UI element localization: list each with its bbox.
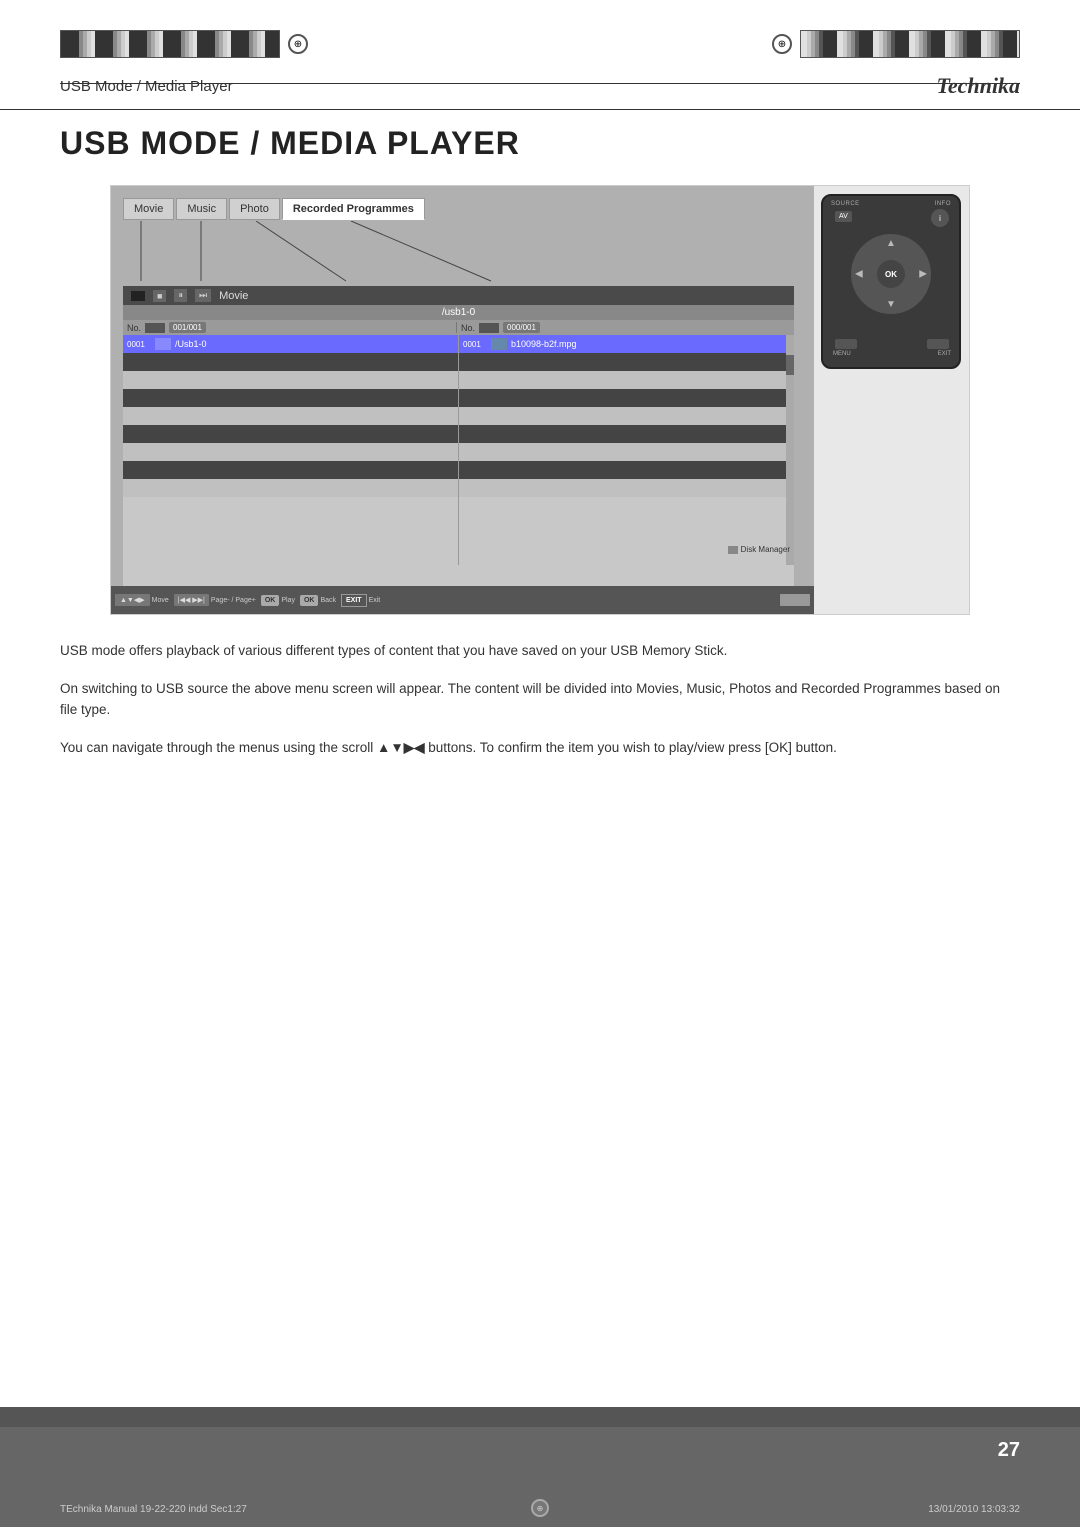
footer-inner: 27 TEchnika Manual 19-22-220 indd Sec1:2… xyxy=(0,1427,1080,1527)
body-text-area: USB mode offers playback of various diff… xyxy=(60,640,1020,774)
table-row[interactable]: 0001 b10098-b2f.mpg xyxy=(459,335,794,353)
scrollbar-thumb[interactable] xyxy=(786,355,794,375)
dpad: OK xyxy=(851,234,931,314)
table-row xyxy=(459,371,794,389)
left-counter: 001/001 xyxy=(169,322,206,333)
dpad-up[interactable] xyxy=(886,238,896,249)
exit-button[interactable] xyxy=(927,339,949,349)
dpad-circle: OK xyxy=(851,234,931,314)
footer-right-text: 13/01/2010 13:03:32 xyxy=(928,1504,1020,1515)
table-row xyxy=(459,425,794,443)
tab-photo[interactable]: Photo xyxy=(229,198,280,220)
tab-recorded-programmes[interactable]: Recorded Programmes xyxy=(282,198,425,220)
body-paragraph-1: USB mode offers playback of various diff… xyxy=(60,640,1020,662)
header-subtitle: USB Mode / Media Player xyxy=(60,78,233,95)
disk-icon xyxy=(728,546,738,554)
table-row xyxy=(123,371,458,389)
right-col-header: No. 000/001 xyxy=(456,322,790,333)
movie-header-bar: ■ ⏸ ⏭ Movie xyxy=(123,286,794,305)
table-row xyxy=(459,443,794,461)
info-label: INFO xyxy=(935,201,951,207)
pause-icon: ⏸ xyxy=(174,289,187,302)
status-btn-page: |◀◀ ▶▶| xyxy=(174,594,209,606)
dpad-down[interactable] xyxy=(886,299,896,310)
table-row xyxy=(459,479,794,497)
page-number: 27 xyxy=(998,1439,1020,1462)
brand-logo: Technika xyxy=(936,73,1020,99)
body-paragraph-3: You can navigate through the menus using… xyxy=(60,737,1020,759)
table-row xyxy=(459,389,794,407)
ok-button[interactable]: OK xyxy=(877,260,905,288)
compass-left-icon: ⊕ xyxy=(288,34,308,54)
forward-icon: ⏭ xyxy=(195,289,211,302)
remote-control: SOURCE INFO AV i OK MENU EXIT xyxy=(821,194,961,369)
tab-bar: Movie Music Photo Recorded Programmes xyxy=(123,198,425,220)
header-bar-right xyxy=(800,30,1020,58)
table-row xyxy=(123,443,458,461)
annotation-lines xyxy=(121,221,741,296)
content-area: ■ ⏸ ⏭ Movie /usb1-0 No. 001/001 No. xyxy=(123,286,794,586)
table-row xyxy=(459,353,794,371)
table-row xyxy=(123,353,458,371)
table-row xyxy=(123,461,458,479)
stop-icon: ■ xyxy=(153,290,166,302)
table-row[interactable]: 0001 /Usb1-0 xyxy=(123,335,458,353)
table-row xyxy=(123,407,458,425)
table-row xyxy=(123,425,458,443)
status-btn-ok-back[interactable]: OK xyxy=(300,595,319,606)
scrollbar[interactable] xyxy=(786,335,794,565)
page-header: ⊕ ⊕ USB Mode / Media Player Technika xyxy=(0,0,1080,110)
info-button[interactable]: i xyxy=(931,209,949,227)
menu-button[interactable] xyxy=(835,339,857,349)
page-footer: 27 TEchnika Manual 19-22-220 indd Sec1:2… xyxy=(0,1407,1080,1527)
tab-music[interactable]: Music xyxy=(176,198,227,220)
status-bar: ▲▼◀▶ Move |◀◀ ▶▶| Page- / Page+ OK Play … xyxy=(111,586,814,614)
file-list: 0001 /Usb1-0 00 xyxy=(123,335,794,565)
tab-movie[interactable]: Movie xyxy=(123,198,174,220)
disk-manager-label: Disk Manager xyxy=(728,545,790,554)
status-btn-arrows: ▲▼◀▶ xyxy=(115,594,150,606)
movie-label: Movie xyxy=(219,290,248,302)
left-file-panel: 0001 /Usb1-0 xyxy=(123,335,458,565)
tv-screen: Movie Music Photo Recorded Programmes xyxy=(111,186,814,614)
left-col-header: No. 001/001 xyxy=(127,322,456,333)
menu-label: MENU xyxy=(833,351,851,357)
dpad-left[interactable] xyxy=(855,269,863,280)
status-page-label: Page- / Page+ xyxy=(211,597,256,604)
file-icon-header xyxy=(479,323,499,333)
source-label: SOURCE xyxy=(831,201,860,207)
dpad-right[interactable] xyxy=(919,269,927,280)
table-row xyxy=(123,389,458,407)
path-bar: /usb1-0 xyxy=(123,305,794,320)
column-headers: No. 001/001 No. 000/001 xyxy=(123,320,794,335)
table-row xyxy=(123,479,458,497)
screenshot-area: Movie Music Photo Recorded Programmes xyxy=(110,185,970,615)
table-row xyxy=(459,407,794,425)
video-icon-row xyxy=(491,338,507,350)
right-file-panel: 0001 b10098-b2f.mpg xyxy=(459,335,794,565)
header-bar-left xyxy=(60,30,280,58)
footer-left-text: TEchnika Manual 19-22-220 indd Sec1:27 xyxy=(60,1504,247,1515)
status-btn-ok-play[interactable]: OK xyxy=(261,595,280,606)
movie-icon xyxy=(131,291,145,301)
folder-icon-row xyxy=(155,338,171,350)
status-btn-exit-bold[interactable]: EXIT xyxy=(341,594,367,607)
av-button[interactable]: AV xyxy=(835,211,852,222)
folder-icon xyxy=(145,323,165,333)
status-move-label: Move xyxy=(152,597,169,604)
page-title: USB MODE / MEDIA PLAYER xyxy=(60,125,520,162)
table-row xyxy=(459,461,794,479)
footer-compass-icon: ⊕ xyxy=(531,1499,549,1517)
compass-right-icon: ⊕ xyxy=(772,34,792,54)
exit-label: EXIT xyxy=(938,351,951,357)
right-counter: 000/001 xyxy=(503,322,540,333)
status-indicator-right xyxy=(780,594,810,606)
body-paragraph-2: On switching to USB source the above men… xyxy=(60,678,1020,721)
